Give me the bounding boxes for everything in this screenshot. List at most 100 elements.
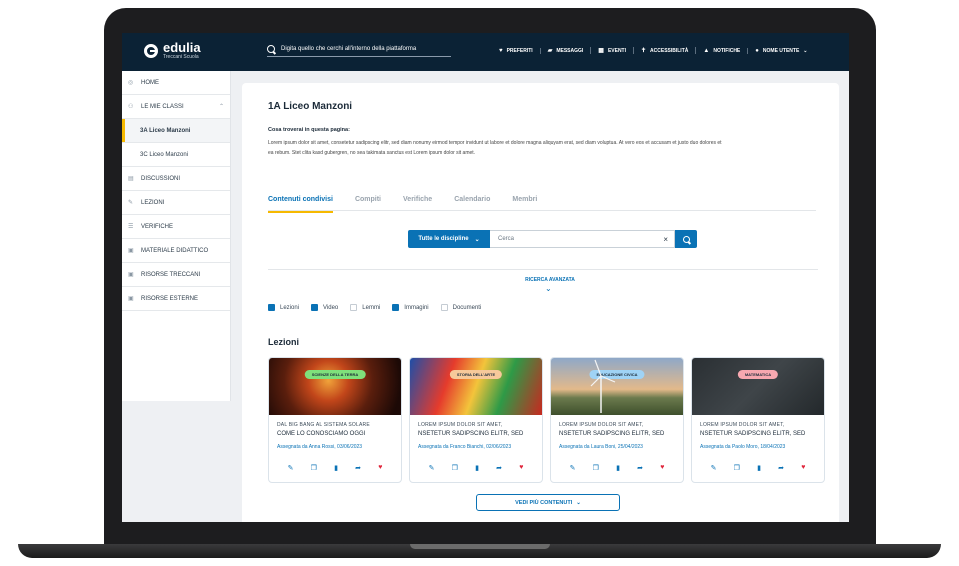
copy-icon[interactable]: ❐ — [311, 464, 317, 472]
share-icon[interactable]: ➦ — [355, 464, 361, 472]
home-icon: ◎ — [128, 80, 134, 86]
sidebar-item-discussioni[interactable]: ▤ DISCUSSIONI — [122, 167, 230, 191]
tab-calendario[interactable]: Calendario — [454, 196, 490, 210]
checkbox-video[interactable]: Video — [311, 304, 338, 311]
nav-user-menu[interactable]: ● NOME UTENTE ⌄ — [748, 48, 814, 54]
clear-icon[interactable]: × — [663, 235, 668, 244]
copy-icon[interactable]: ❐ — [593, 464, 599, 472]
subject-badge: STORIA DELL'ARTE — [449, 370, 503, 379]
top-header: edulia Treccani Scuola Digita quello che… — [122, 33, 849, 71]
logo-icon — [144, 43, 158, 58]
trash-icon[interactable]: ▮ — [334, 464, 338, 472]
card-title-line1: LOREM IPSUM DOLOR SIT AMET, — [700, 422, 785, 428]
sidebar-item-verifiche[interactable]: ☰ VERIFICHE — [122, 215, 230, 239]
section-title-lezioni: Lezioni — [268, 337, 299, 347]
nav-label: MESSAGGI — [556, 47, 584, 54]
card-title-line2: COME LO CONOSCIAMO OGGI — [277, 431, 366, 437]
calendar-icon: ▦ — [598, 48, 604, 54]
heart-icon: ♥ — [499, 47, 503, 54]
sidebar-item-3c-liceo[interactable]: 3C Liceo Manzoni — [122, 143, 230, 167]
card-assigned: Assegnata da Laura Boni, 25/04/2023 — [559, 444, 643, 450]
nav-notifiche[interactable]: ▲ NOTIFICHE — [696, 47, 749, 54]
content-search-input[interactable]: Cerca × — [490, 230, 675, 248]
sidebar-item-3a-liceo[interactable]: 3A Liceo Manzoni — [122, 119, 230, 143]
share-icon[interactable]: ➦ — [637, 464, 643, 472]
checkbox-label: Immagini — [404, 304, 429, 311]
brand-name: edulia — [163, 40, 201, 55]
edit-icon[interactable]: ✎ — [429, 464, 435, 472]
card-actions: ✎ ❐ ▮ ➦ ♥ — [692, 464, 824, 472]
nav-label: ACCESSIBILITÀ — [650, 47, 689, 54]
lesson-thumbnail: STORIA DELL'ARTE — [410, 358, 542, 415]
content-filter: Tutte le discipline ⌄ Cerca × — [408, 230, 697, 248]
external-icon: ▣ — [128, 296, 134, 302]
card-title-line1: LOREM IPSUM DOLOR SIT AMET, — [418, 422, 503, 428]
trash-icon[interactable]: ▮ — [757, 464, 761, 472]
edit-icon[interactable]: ✎ — [570, 464, 576, 472]
checkbox-unchecked — [440, 304, 448, 311]
lesson-card[interactable]: STORIA DELL'ARTE LOREM IPSUM DOLOR SIT A… — [409, 357, 543, 483]
chevron-down-icon: ⌄ — [576, 499, 581, 506]
search-value: Cerca — [498, 236, 515, 242]
checkbox-immagini[interactable]: Immagini — [392, 304, 429, 311]
tab-verifiche[interactable]: Verifiche — [403, 196, 432, 210]
card-title-line2: NSETETUR SADIPSCING ELITR, SED — [418, 431, 524, 437]
trash-icon[interactable]: ▮ — [475, 464, 479, 472]
sidebar-item-materiale-didattico[interactable]: ▣ MATERIALE DIDATTICO — [122, 239, 230, 263]
heart-icon[interactable]: ♥ — [660, 464, 664, 472]
nav-accessibilita[interactable]: ✝ ACCESSIBILITÀ — [634, 47, 697, 54]
checkbox-lemmi[interactable]: Lemmi — [350, 304, 380, 311]
tab-compiti[interactable]: Compiti — [355, 196, 381, 210]
search-button[interactable] — [675, 230, 697, 248]
checkbox-documenti[interactable]: Documenti — [440, 304, 481, 311]
brand-logo[interactable]: edulia Treccani Scuola — [144, 41, 201, 60]
sidebar-item-label: RISORSE TRECCANI — [141, 271, 201, 278]
lesson-card[interactable]: MATEMATICA LOREM IPSUM DOLOR SIT AMET, N… — [691, 357, 825, 483]
copy-icon[interactable]: ❐ — [734, 464, 740, 472]
trash-icon[interactable]: ▮ — [616, 464, 620, 472]
edit-icon[interactable]: ✎ — [711, 464, 717, 472]
checkbox-lezioni[interactable]: Lezioni — [268, 304, 299, 311]
nav-eventi[interactable]: ▦ EVENTI — [591, 47, 634, 54]
heart-icon[interactable]: ♥ — [801, 464, 805, 472]
heart-icon[interactable]: ♥ — [378, 464, 382, 472]
search-icon — [267, 45, 275, 53]
sidebar-item-lezioni[interactable]: ✎ LEZIONI — [122, 191, 230, 215]
nav-preferiti[interactable]: ♥ PREFERITI — [492, 47, 541, 54]
copy-icon[interactable]: ❐ — [452, 464, 458, 472]
chevron-down-icon[interactable]: ⌄ — [545, 284, 552, 293]
sidebar-item-home[interactable]: ◎ HOME — [122, 71, 230, 95]
edit-icon[interactable]: ✎ — [288, 464, 294, 472]
sidebar-item-risorse-treccani[interactable]: ▣ RISORSE TRECCANI — [122, 263, 230, 287]
chevron-down-icon: ⌄ — [803, 47, 808, 54]
lesson-icon: ✎ — [128, 200, 134, 206]
share-icon[interactable]: ➦ — [496, 464, 502, 472]
page-title: 1A Liceo Manzoni — [268, 101, 353, 112]
lesson-card[interactable]: EDUCAZIONE CIVICA LOREM IPSUM DOLOR SIT … — [550, 357, 684, 483]
sidebar-item-risorse-esterne[interactable]: ▣ RISORSE ESTERNE — [122, 287, 230, 311]
checkbox-checked — [268, 304, 275, 311]
lesson-thumbnail: MATEMATICA — [692, 358, 824, 415]
card-actions: ✎ ❐ ▮ ➦ ♥ — [269, 464, 401, 472]
checkbox-label: Lemmi — [362, 304, 381, 311]
nav-messaggi[interactable]: ▰ MESSAGGI — [541, 47, 592, 54]
checkbox-checked — [392, 304, 400, 311]
card-actions: ✎ ❐ ▮ ➦ ♥ — [551, 464, 683, 472]
see-more-button[interactable]: VEDI PIÙ CONTENUTI ⌄ — [476, 494, 620, 511]
advanced-search-link[interactable]: RICERCA AVANZATA — [510, 277, 590, 283]
global-search[interactable]: Digita quello che cerchi all'interno del… — [267, 45, 451, 57]
share-icon[interactable]: ➦ — [778, 464, 784, 472]
brand-tagline: Treccani Scuola — [163, 54, 199, 60]
search-placeholder: Digita quello che cerchi all'interno del… — [281, 46, 417, 52]
sidebar-item-le-mie-classi[interactable]: ⚇ LE MIE CLASSI ⌃ — [122, 95, 230, 119]
sidebar-item-label: LEZIONI — [141, 199, 165, 206]
heart-icon[interactable]: ♥ — [519, 464, 523, 472]
tab-membri[interactable]: Membri — [512, 196, 537, 210]
nav-label: NOTIFICHE — [713, 47, 741, 54]
sidebar-item-label: DISCUSSIONI — [141, 175, 181, 182]
discipline-dropdown[interactable]: Tutte le discipline ⌄ — [408, 230, 490, 248]
card-assigned: Assegnata da Paolo Moro, 18/04/2023 — [700, 444, 786, 450]
lesson-card[interactable]: SCIENZE DELLA TERRA DAL BIG BANG AL SIST… — [268, 357, 402, 483]
tab-contenuti-condivisi[interactable]: Contenuti condivisi — [268, 196, 333, 213]
checkbox-label: Video — [323, 304, 339, 311]
